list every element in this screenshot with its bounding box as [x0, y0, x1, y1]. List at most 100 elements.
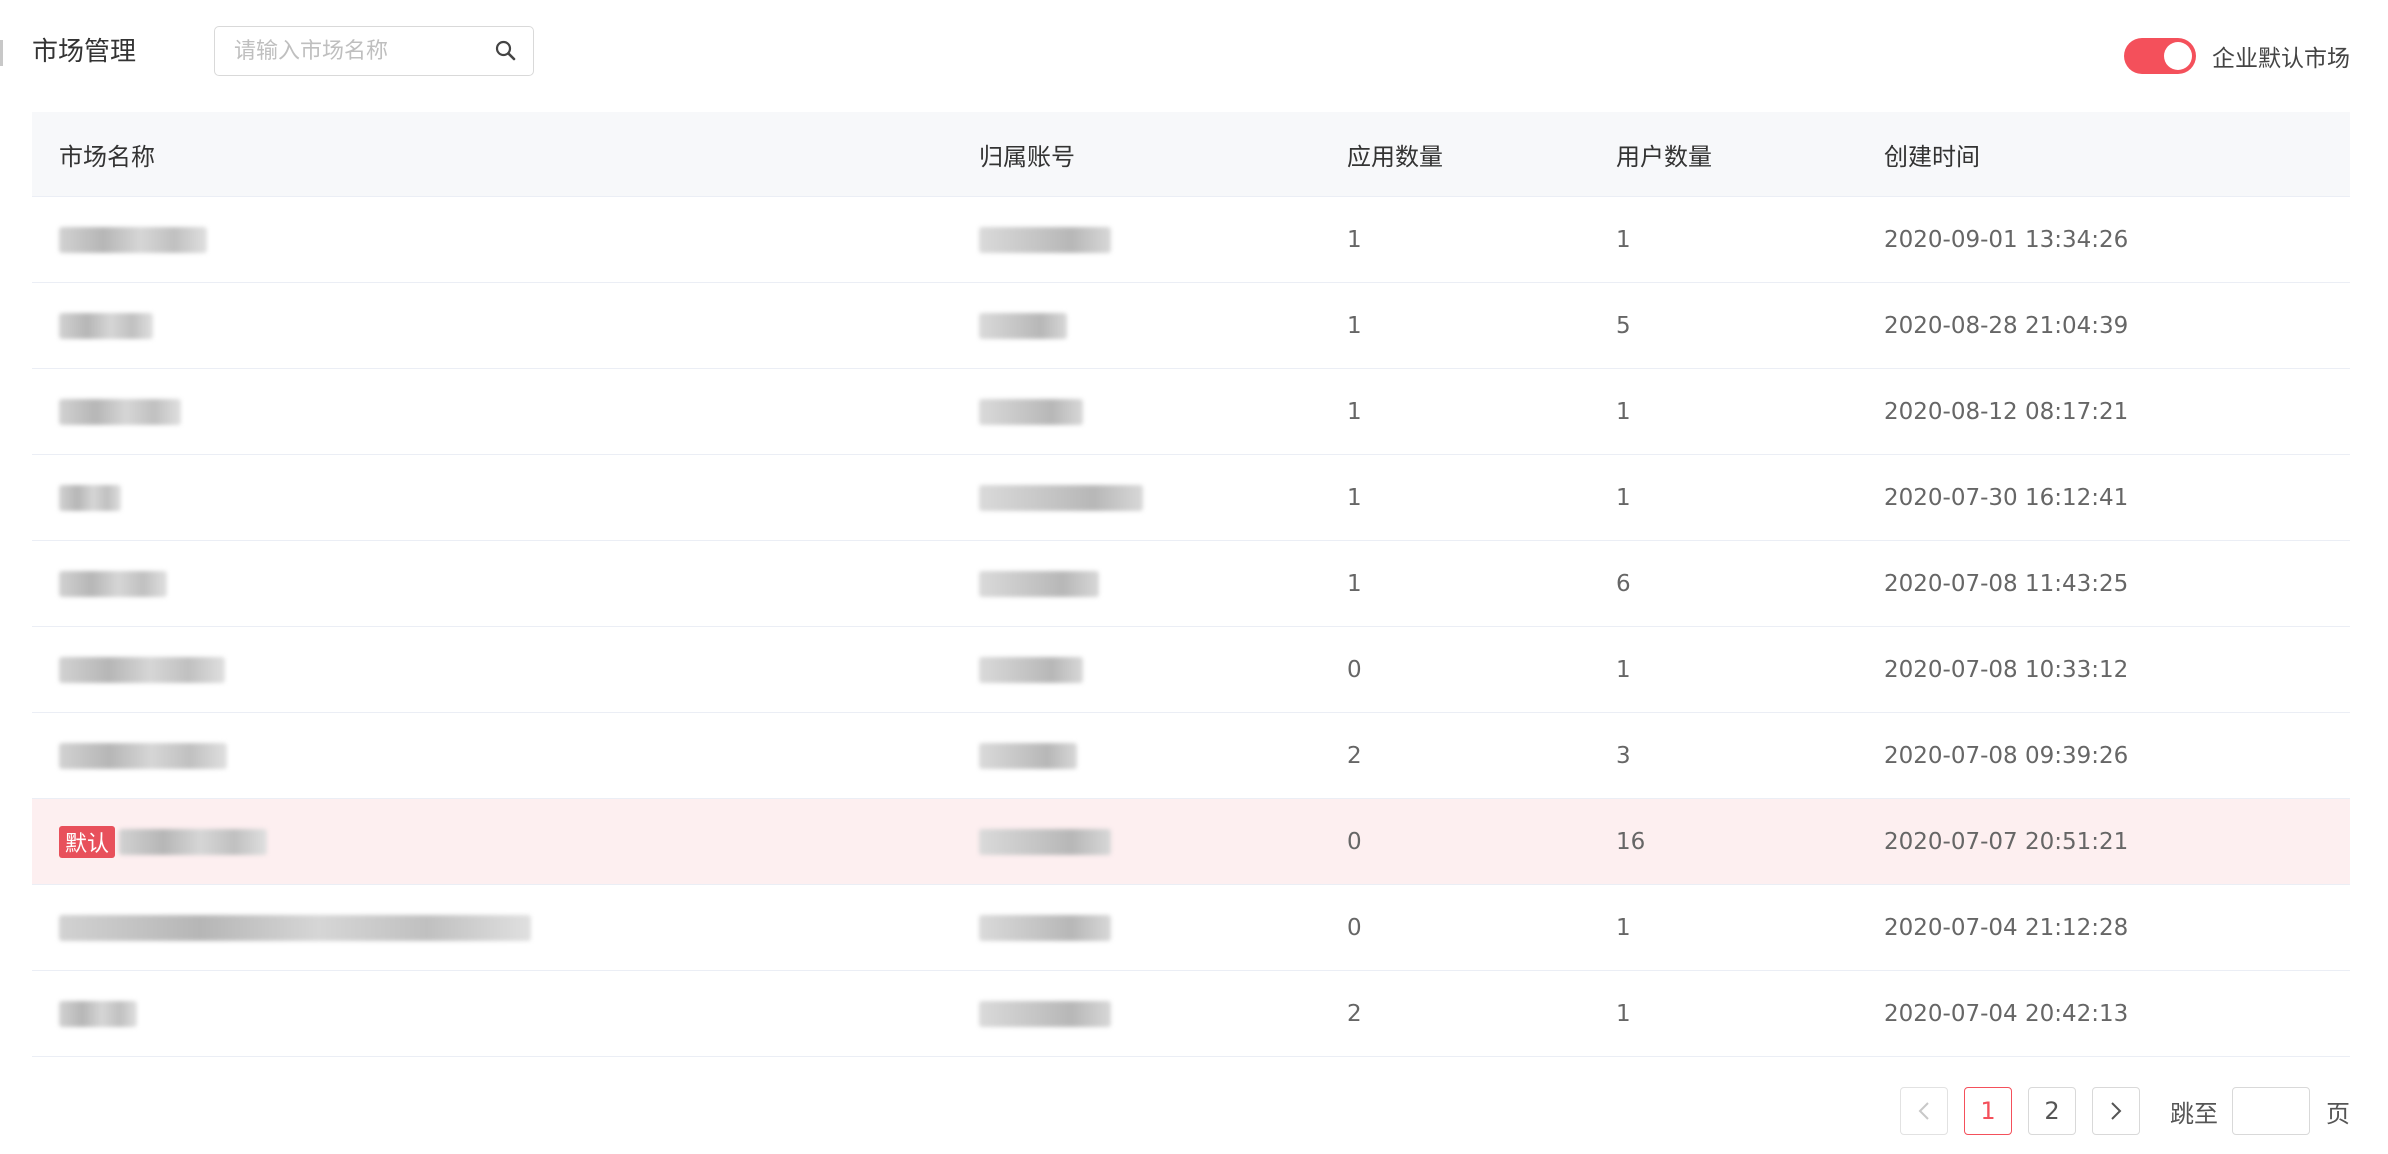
user-count-cell: 6 [1616, 570, 1631, 597]
default-market-toggle[interactable] [2124, 38, 2196, 74]
column-header-created: 创建时间 [1884, 142, 1980, 171]
page-title: 市场管理 [32, 37, 137, 67]
table-header: 市场名称 归属账号 应用数量 用户数量 创建时间 [32, 112, 2350, 197]
redacted-text [979, 1000, 1111, 1027]
jump-label: 跳至 [2170, 1099, 2218, 1128]
app-count-cell: 1 [1347, 570, 1362, 597]
user-count-cell: 5 [1616, 312, 1631, 339]
created-time-cell: 2020-08-28 21:04:39 [1884, 312, 2129, 339]
app-count-cell: 1 [1347, 484, 1362, 511]
market-name-cell [59, 283, 153, 368]
created-time-cell: 2020-07-08 10:33:12 [1884, 656, 2129, 683]
page-button-2[interactable]: 2 [2028, 1087, 2076, 1135]
market-name-cell: 默认 [59, 799, 268, 884]
account-cell [979, 713, 1077, 798]
default-market-toggle-group: 企业默认市场 [2124, 34, 2350, 78]
account-cell [979, 197, 1111, 282]
created-time-cell: 2020-08-12 08:17:21 [1884, 398, 2129, 425]
account-cell [979, 455, 1143, 540]
table-row[interactable]: 0 1 2020-07-08 10:33:12 [32, 627, 2350, 713]
table-row[interactable]: 1 6 2020-07-08 11:43:25 [32, 541, 2350, 627]
chevron-right-icon [2111, 1102, 2122, 1120]
account-cell [979, 627, 1083, 712]
market-name-cell [59, 971, 137, 1056]
redacted-text [59, 398, 181, 425]
search-input[interactable] [215, 27, 477, 75]
table-row[interactable]: 2 3 2020-07-08 09:39:26 [32, 713, 2350, 799]
market-name-cell [59, 197, 207, 282]
prev-page-button[interactable] [1900, 1087, 1948, 1135]
created-time-cell: 2020-07-07 20:51:21 [1884, 828, 2129, 855]
column-header-users: 用户数量 [1616, 142, 1712, 171]
table-row-default[interactable]: 默认 0 16 2020-07-07 20:51:21 [32, 799, 2350, 885]
column-header-apps: 应用数量 [1347, 142, 1443, 171]
next-page-button[interactable] [2092, 1087, 2140, 1135]
app-count-cell: 0 [1347, 914, 1362, 941]
user-count-cell: 16 [1616, 828, 1646, 855]
account-cell [979, 283, 1067, 368]
redacted-text [59, 742, 227, 769]
redacted-text [979, 398, 1083, 425]
table-row[interactable]: 1 1 2020-09-01 13:34:26 [32, 197, 2350, 283]
redacted-text [979, 312, 1067, 339]
created-time-cell: 2020-07-08 09:39:26 [1884, 742, 2129, 769]
account-cell [979, 799, 1111, 884]
table-row[interactable]: 2 1 2020-07-04 20:42:13 [32, 971, 2350, 1057]
user-count-cell: 1 [1616, 484, 1631, 511]
market-management-page: 市场管理 企业默认市场 市场名称 归属账号 应用数量 用户数量 创建时间 1 1… [0, 0, 2388, 1154]
toggle-label: 企业默认市场 [2212, 46, 2350, 72]
user-count-cell: 1 [1616, 398, 1631, 425]
page-button-1[interactable]: 1 [1964, 1087, 2012, 1135]
app-count-cell: 1 [1347, 398, 1362, 425]
redacted-text [59, 1000, 137, 1027]
app-count-cell: 1 [1347, 312, 1362, 339]
redacted-text [979, 742, 1077, 769]
table-row[interactable]: 1 1 2020-07-30 16:12:41 [32, 455, 2350, 541]
created-time-cell: 2020-07-30 16:12:41 [1884, 484, 2129, 511]
table-row[interactable]: 1 5 2020-08-28 21:04:39 [32, 283, 2350, 369]
redacted-text [59, 226, 207, 253]
created-time-cell: 2020-07-08 11:43:25 [1884, 570, 2129, 597]
app-count-cell: 2 [1347, 742, 1362, 769]
redacted-text [59, 312, 153, 339]
market-table: 市场名称 归属账号 应用数量 用户数量 创建时间 1 1 2020-09-01 … [32, 112, 2350, 1057]
toggle-knob [2164, 42, 2192, 70]
app-count-cell: 0 [1347, 656, 1362, 683]
market-name-cell [59, 627, 225, 712]
market-name-cell [59, 369, 181, 454]
user-count-cell: 1 [1616, 656, 1631, 683]
sidebar-edge [0, 40, 3, 66]
app-count-cell: 1 [1347, 226, 1362, 253]
redacted-text [979, 656, 1083, 683]
default-badge: 默认 [59, 825, 116, 858]
table-row[interactable]: 1 1 2020-08-12 08:17:21 [32, 369, 2350, 455]
search-icon[interactable] [493, 38, 519, 64]
table-row[interactable]: 0 1 2020-07-04 21:12:28 [32, 885, 2350, 971]
jump-page-input[interactable] [2232, 1087, 2310, 1135]
created-time-cell: 2020-07-04 20:42:13 [1884, 1000, 2129, 1027]
market-name-cell [59, 541, 167, 626]
user-count-cell: 3 [1616, 742, 1631, 769]
account-cell [979, 971, 1111, 1056]
search-box[interactable] [214, 26, 534, 76]
market-name-cell [59, 885, 531, 970]
redacted-text [59, 914, 531, 941]
app-count-cell: 2 [1347, 1000, 1362, 1027]
account-cell [979, 885, 1111, 970]
redacted-text [979, 484, 1143, 511]
created-time-cell: 2020-07-04 21:12:28 [1884, 914, 2129, 941]
redacted-text [979, 226, 1111, 253]
column-header-account: 归属账号 [979, 142, 1075, 171]
redacted-text [59, 484, 121, 511]
redacted-text [59, 656, 225, 683]
pagination: 1 2 跳至 页 [1884, 1086, 2350, 1136]
redacted-text [979, 828, 1111, 855]
page-unit-label: 页 [2326, 1099, 2350, 1128]
redacted-text [59, 570, 167, 597]
app-count-cell: 0 [1347, 828, 1362, 855]
redacted-text [979, 570, 1099, 597]
user-count-cell: 1 [1616, 226, 1631, 253]
redacted-text [119, 828, 268, 855]
user-count-cell: 1 [1616, 1000, 1631, 1027]
account-cell [979, 369, 1083, 454]
